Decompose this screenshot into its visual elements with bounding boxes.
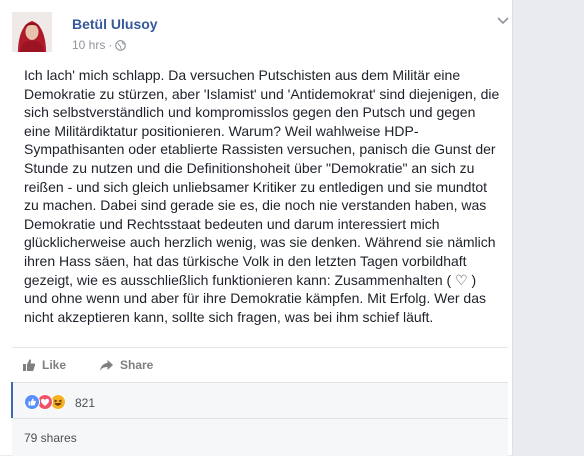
chevron-down-icon[interactable]	[496, 16, 510, 26]
globe-icon[interactable]	[115, 39, 127, 51]
thumbs-up-icon	[23, 359, 36, 371]
meta-separator: ·	[108, 38, 113, 52]
post-actions-bar: Like Share	[12, 347, 508, 384]
post-text: Ich lach' mich schlapp. Da versuchen Put…	[24, 67, 500, 325]
post-timestamp[interactable]: 10 hrs	[72, 38, 105, 52]
like-label: Like	[42, 358, 67, 372]
post-card: Betül Ulusoy 10 hrs · Ich lach' mich sch…	[0, 0, 513, 456]
share-button[interactable]: Share	[99, 358, 153, 372]
shares-summary: 79 shares	[12, 418, 508, 456]
share-label: Share	[120, 358, 154, 372]
like-reaction-icon	[24, 394, 40, 410]
share-arrow-icon	[100, 359, 113, 371]
avatar-image	[12, 12, 52, 52]
reaction-count[interactable]: 821	[75, 396, 95, 410]
shares-count[interactable]: 79 shares	[24, 431, 77, 445]
like-button[interactable]: Like	[22, 358, 66, 372]
avatar[interactable]	[12, 12, 52, 52]
reactions-accent-border	[11, 382, 13, 418]
reactions-summary: 821	[12, 382, 508, 419]
post-meta: 10 hrs ·	[72, 38, 127, 52]
author-name[interactable]: Betül Ulusoy	[72, 16, 158, 32]
